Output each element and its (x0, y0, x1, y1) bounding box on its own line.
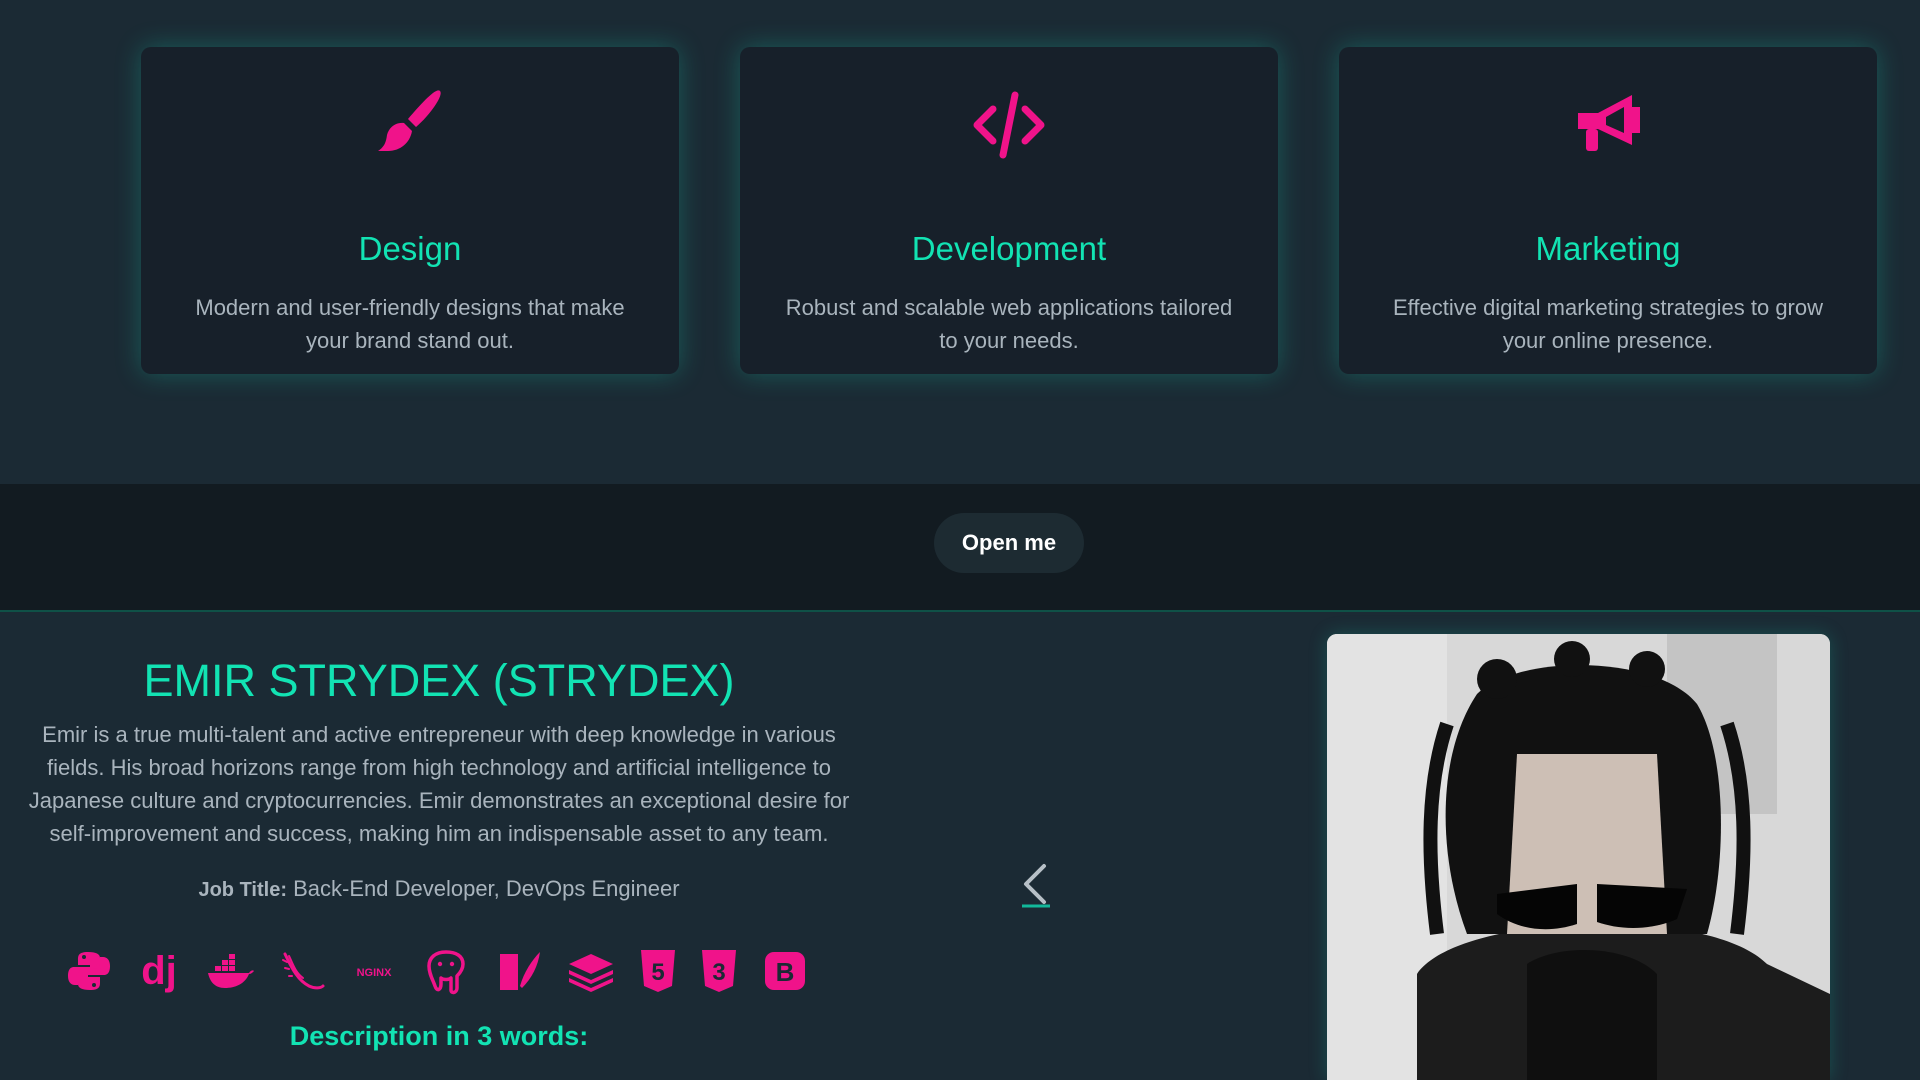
service-description: Effective digital marketing strategies t… (1392, 295, 1824, 353)
profile-photo (1327, 634, 1830, 1080)
css3-icon-text: 3 (712, 959, 725, 986)
paintbrush-icon (370, 85, 450, 165)
gunicorn-icon (494, 946, 544, 996)
html5-icon: 5 (633, 946, 683, 996)
postgresql-icon (421, 946, 471, 996)
code-icon (969, 85, 1049, 165)
service-title: Development (911, 230, 1107, 267)
docker-icon (205, 946, 255, 996)
django-icon-text: dj (141, 949, 177, 993)
service-description: Robust and scalable web applications tai… (785, 295, 1233, 353)
job-title: Job Title: Back-End Developer, DevOps En… (0, 874, 878, 905)
nginx-icon-text: NGINX (357, 967, 393, 979)
service-title: Marketing (1535, 230, 1681, 267)
job-title-value: Back-End Developer, DevOps Engineer (293, 876, 680, 901)
flask-icon (277, 946, 327, 996)
django-icon: dj (134, 946, 184, 996)
service-card-marketing: Marketing Effective digital marketing st… (1339, 47, 1877, 374)
chevron-left-icon (1022, 864, 1050, 908)
service-title: Design (358, 230, 462, 267)
service-card-design: Design Modern and user-friendly designs … (141, 47, 679, 374)
bootstrap-icon: B (760, 946, 810, 996)
css3-icon: 3 (694, 946, 744, 996)
description-title: Description in 3 words: (289, 1021, 589, 1051)
open-me-button[interactable]: Open me (934, 513, 1084, 573)
service-card-development: Development Robust and scalable web appl… (740, 47, 1278, 374)
profile-name: EMIR STRYDEX (STRYDEX) (143, 655, 735, 706)
job-title-label: Job Title: (198, 879, 287, 901)
megaphone-icon (1568, 85, 1648, 165)
html5-icon-text: 5 (651, 959, 664, 986)
service-description: Modern and user-friendly designs that ma… (195, 295, 625, 353)
python-icon (64, 946, 114, 996)
nginx-icon: NGINX (349, 946, 399, 996)
profile-bio: Emir is a true multi-talent and active e… (28, 722, 850, 846)
carousel-prev-button[interactable] (1016, 860, 1056, 910)
redis-icon (566, 946, 616, 996)
bootstrap-icon-text: B (776, 957, 795, 987)
